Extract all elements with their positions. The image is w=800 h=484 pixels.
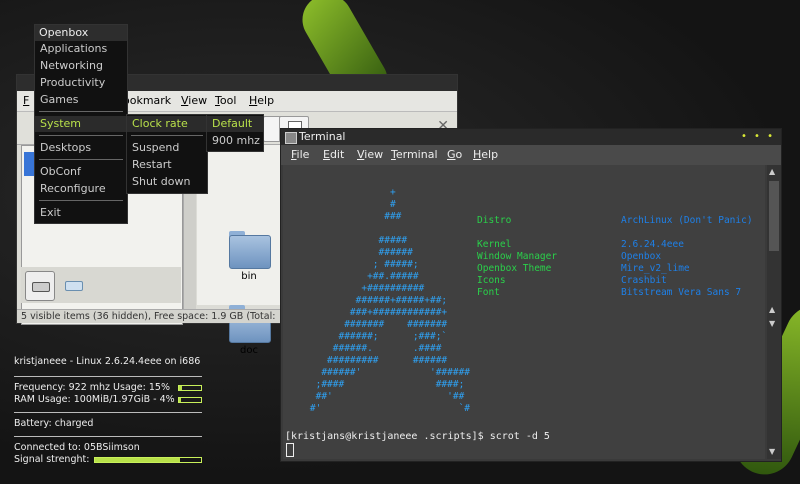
menu-tool[interactable]: Tool bbox=[215, 94, 236, 107]
removable-drive-icon bbox=[65, 281, 83, 291]
menu-item-default[interactable]: Default bbox=[207, 116, 263, 132]
scroll-arrow-icon[interactable]: ▼ bbox=[769, 319, 775, 328]
shell-prompt: [kristjans@kristjaneee .scripts]$ scrot … bbox=[285, 431, 550, 442]
menu-separator bbox=[39, 200, 123, 201]
folder-icon bbox=[229, 235, 271, 269]
info-value: ArchLinux (Don't Panic) bbox=[621, 215, 753, 226]
menu-item-suspend[interactable]: Suspend bbox=[127, 140, 207, 156]
info-key: Font bbox=[477, 287, 500, 298]
clock-rate-submenu[interactable]: Default 900 mhz bbox=[206, 114, 264, 152]
ram-usage-bar bbox=[178, 397, 202, 403]
info-key: Openbox Theme bbox=[477, 263, 552, 274]
menu-item-restart[interactable]: Restart bbox=[127, 157, 207, 173]
terminal-titlebar[interactable]: Terminal • • • bbox=[281, 129, 781, 145]
scroll-down-arrow-icon[interactable]: ▼ bbox=[769, 447, 775, 456]
drive-icon bbox=[32, 282, 50, 292]
terminal-menubar: File Edit View Terminal Go Help bbox=[281, 145, 781, 165]
window-title: Terminal bbox=[299, 130, 346, 143]
menu-item-clock-rate[interactable]: Clock rate bbox=[127, 116, 207, 132]
drive-button[interactable] bbox=[25, 271, 55, 301]
terminal-scrollbar[interactable]: ▲ ▲ ▼ ▼ bbox=[767, 165, 781, 459]
info-key: Kernel bbox=[477, 239, 512, 250]
info-key: Distro bbox=[477, 215, 512, 226]
menu-item-exit[interactable]: Exit bbox=[35, 205, 127, 221]
info-value: 2.6.24.4eee bbox=[621, 239, 684, 250]
menu-item-networking[interactable]: Networking bbox=[35, 58, 127, 74]
menu-help[interactable]: Help bbox=[473, 148, 498, 161]
system-submenu[interactable]: Clock rate Suspend Restart Shut down bbox=[126, 114, 208, 194]
text-cursor bbox=[286, 443, 294, 457]
cpu-usage-bar bbox=[178, 385, 202, 391]
archlinux-ascii-logo: + # ### ##### ###### ; #####; +##.##### … bbox=[309, 187, 471, 414]
signal-strength-bar bbox=[94, 457, 202, 463]
menu-item-games[interactable]: Games bbox=[35, 92, 127, 108]
menu-separator bbox=[131, 135, 203, 136]
menu-item-system[interactable]: System bbox=[35, 116, 127, 132]
info-value: Openbox bbox=[621, 251, 662, 262]
window-buttons[interactable]: • • • bbox=[741, 129, 775, 145]
conky-separator bbox=[14, 412, 202, 413]
terminal-output[interactable]: + # ### ##### ###### ; #####; +##.##### … bbox=[283, 165, 765, 459]
info-key: Window Manager bbox=[477, 251, 558, 262]
scrollbar-thumb[interactable] bbox=[769, 181, 779, 251]
conky-host: kristjaneee - Linux 2.6.24.4eee on i686 bbox=[14, 356, 201, 367]
terminal-icon bbox=[285, 132, 297, 144]
menu-item-shut-down[interactable]: Shut down bbox=[127, 174, 207, 190]
conky-separator bbox=[14, 376, 202, 377]
menu-terminal[interactable]: Terminal bbox=[391, 148, 438, 161]
conky-ram: RAM Usage: 100MiB/1.97GiB - 4% bbox=[14, 394, 175, 405]
scroll-up-arrow-icon[interactable]: ▲ bbox=[769, 167, 775, 176]
menu-separator bbox=[39, 111, 123, 112]
menu-separator bbox=[39, 135, 123, 136]
conky-frequency: Frequency: 922 mhz Usage: 15% bbox=[14, 382, 170, 393]
terminal-window[interactable]: Terminal • • • File Edit View Terminal G… bbox=[280, 128, 782, 462]
info-value: Bitstream Vera Sans 7 bbox=[621, 287, 742, 298]
removable-drive-button[interactable] bbox=[59, 271, 87, 299]
menu-bookmark[interactable]: Bookmark bbox=[123, 94, 171, 107]
conky-separator bbox=[14, 436, 202, 437]
info-value: Crashbit bbox=[621, 275, 667, 286]
folder-bin[interactable]: bin bbox=[225, 231, 273, 287]
info-key: Icons bbox=[477, 275, 506, 286]
info-value: Mire_v2_lime bbox=[621, 263, 690, 274]
menu-item-reconfigure[interactable]: Reconfigure bbox=[35, 181, 127, 197]
conky-signal: Signal strenght: bbox=[14, 454, 90, 465]
menu-go[interactable]: Go bbox=[447, 148, 462, 161]
menu-help[interactable]: Help bbox=[249, 94, 274, 107]
places-bar bbox=[21, 267, 181, 303]
menu-item-obconf[interactable]: ObConf bbox=[35, 164, 127, 180]
menu-item-productivity[interactable]: Productivity bbox=[35, 75, 127, 91]
menu-item-900-mhz[interactable]: 900 mhz bbox=[207, 133, 263, 149]
menu-header: Openbox bbox=[35, 25, 127, 41]
conky-battery: Battery: charged bbox=[14, 418, 94, 429]
scroll-arrow-icon[interactable]: ▲ bbox=[769, 305, 775, 314]
menu-file[interactable]: File bbox=[291, 148, 309, 161]
openbox-menu[interactable]: Openbox Applications Networking Producti… bbox=[34, 24, 128, 224]
menu-item-desktops[interactable]: Desktops bbox=[35, 140, 127, 156]
menu-view[interactable]: View bbox=[357, 148, 383, 161]
menu-item-applications[interactable]: Applications bbox=[35, 41, 127, 57]
menu-view[interactable]: View bbox=[181, 94, 207, 107]
conky-connected: Connected to: 05BSiimson bbox=[14, 442, 140, 453]
menu-file[interactable]: F bbox=[23, 94, 29, 107]
menu-edit[interactable]: Edit bbox=[323, 148, 344, 161]
menu-separator bbox=[39, 159, 123, 160]
